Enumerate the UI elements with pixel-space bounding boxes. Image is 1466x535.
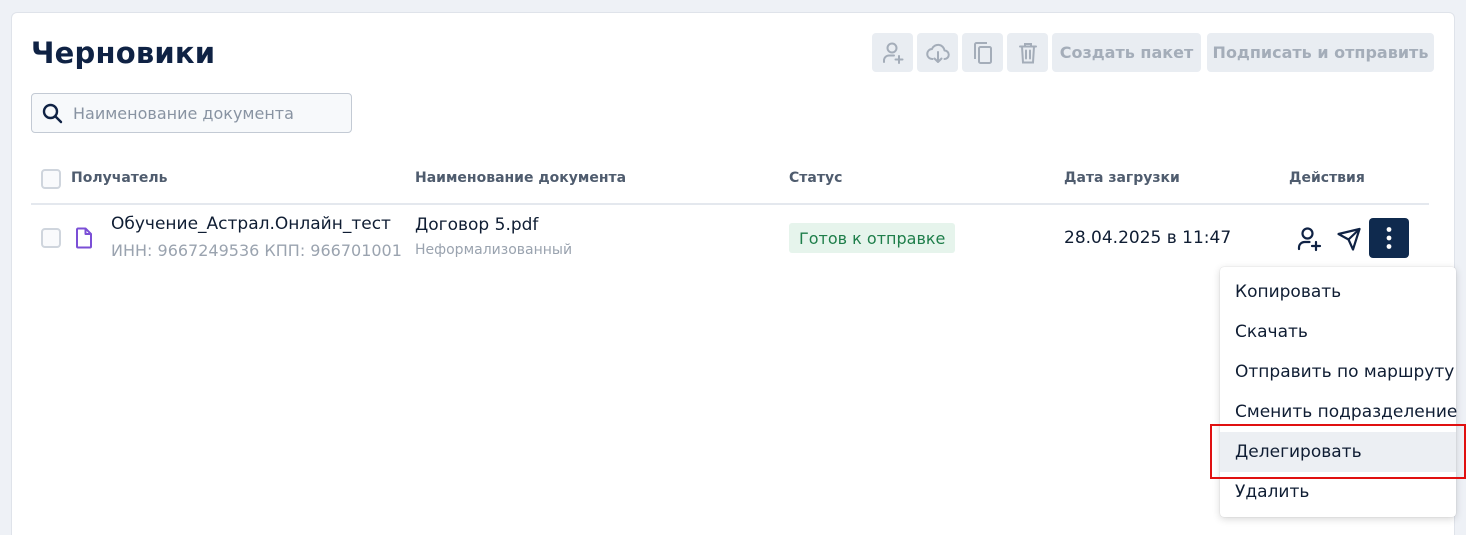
- recipient-ids: ИНН: 9667249536 КПП: 966701001: [111, 241, 402, 260]
- column-header-document[interactable]: Наименование документа: [415, 170, 626, 186]
- menu-item-copy[interactable]: Копировать: [1220, 272, 1456, 312]
- upload-date: 28.04.2025 в 11:47: [1064, 228, 1232, 248]
- copy-button[interactable]: [962, 33, 1003, 72]
- menu-item-download[interactable]: Скачать: [1220, 312, 1456, 352]
- menu-item-send-by-route[interactable]: Отправить по маршруту: [1220, 352, 1456, 392]
- copy-icon: [973, 41, 992, 64]
- delete-button[interactable]: [1007, 33, 1048, 72]
- row-checkbox[interactable]: [41, 228, 61, 248]
- add-recipient-icon: [882, 42, 903, 64]
- menu-item-change-department[interactable]: Сменить подразделение: [1220, 392, 1457, 432]
- cloud-download-icon: [925, 43, 950, 63]
- trash-icon: [1018, 42, 1037, 63]
- status-badge: Готов к отправке: [789, 223, 956, 253]
- document-name[interactable]: Договор 5.pdf: [415, 215, 538, 235]
- send-button[interactable]: [1334, 224, 1364, 254]
- search-box: [31, 93, 352, 133]
- column-header-upload-date[interactable]: Дата загрузки: [1064, 170, 1180, 186]
- search-input[interactable]: [73, 103, 333, 123]
- column-header-recipient[interactable]: Получатель: [71, 170, 168, 186]
- menu-item-delegate[interactable]: Делегировать: [1220, 432, 1456, 472]
- document-type: Неформализованный: [415, 242, 573, 258]
- add-recipient-button[interactable]: [872, 33, 913, 72]
- page-title: Черновики: [31, 36, 216, 70]
- select-all-checkbox[interactable]: [41, 169, 61, 189]
- sign-and-send-button[interactable]: Подписать и отправить: [1207, 33, 1434, 72]
- more-vertical-icon: [1386, 227, 1392, 249]
- recipient-name: Обучение_Астрал.Онлайн_тест: [111, 214, 391, 234]
- more-actions-button[interactable]: [1369, 218, 1409, 258]
- search-icon: [42, 103, 63, 123]
- document-icon: [76, 227, 92, 249]
- menu-item-delete[interactable]: Удалить: [1220, 472, 1456, 512]
- header-divider: [31, 203, 1429, 205]
- column-header-actions: Действия: [1289, 170, 1365, 186]
- create-package-button[interactable]: Создать пакет: [1052, 33, 1201, 72]
- download-button[interactable]: [917, 33, 958, 72]
- add-recipient-icon: [1297, 227, 1322, 252]
- column-header-status[interactable]: Статус: [789, 170, 842, 186]
- send-icon: [1337, 227, 1361, 251]
- actions-menu: Копировать Скачать Отправить по маршруту…: [1220, 267, 1457, 517]
- assign-recipient-button[interactable]: [1294, 224, 1324, 254]
